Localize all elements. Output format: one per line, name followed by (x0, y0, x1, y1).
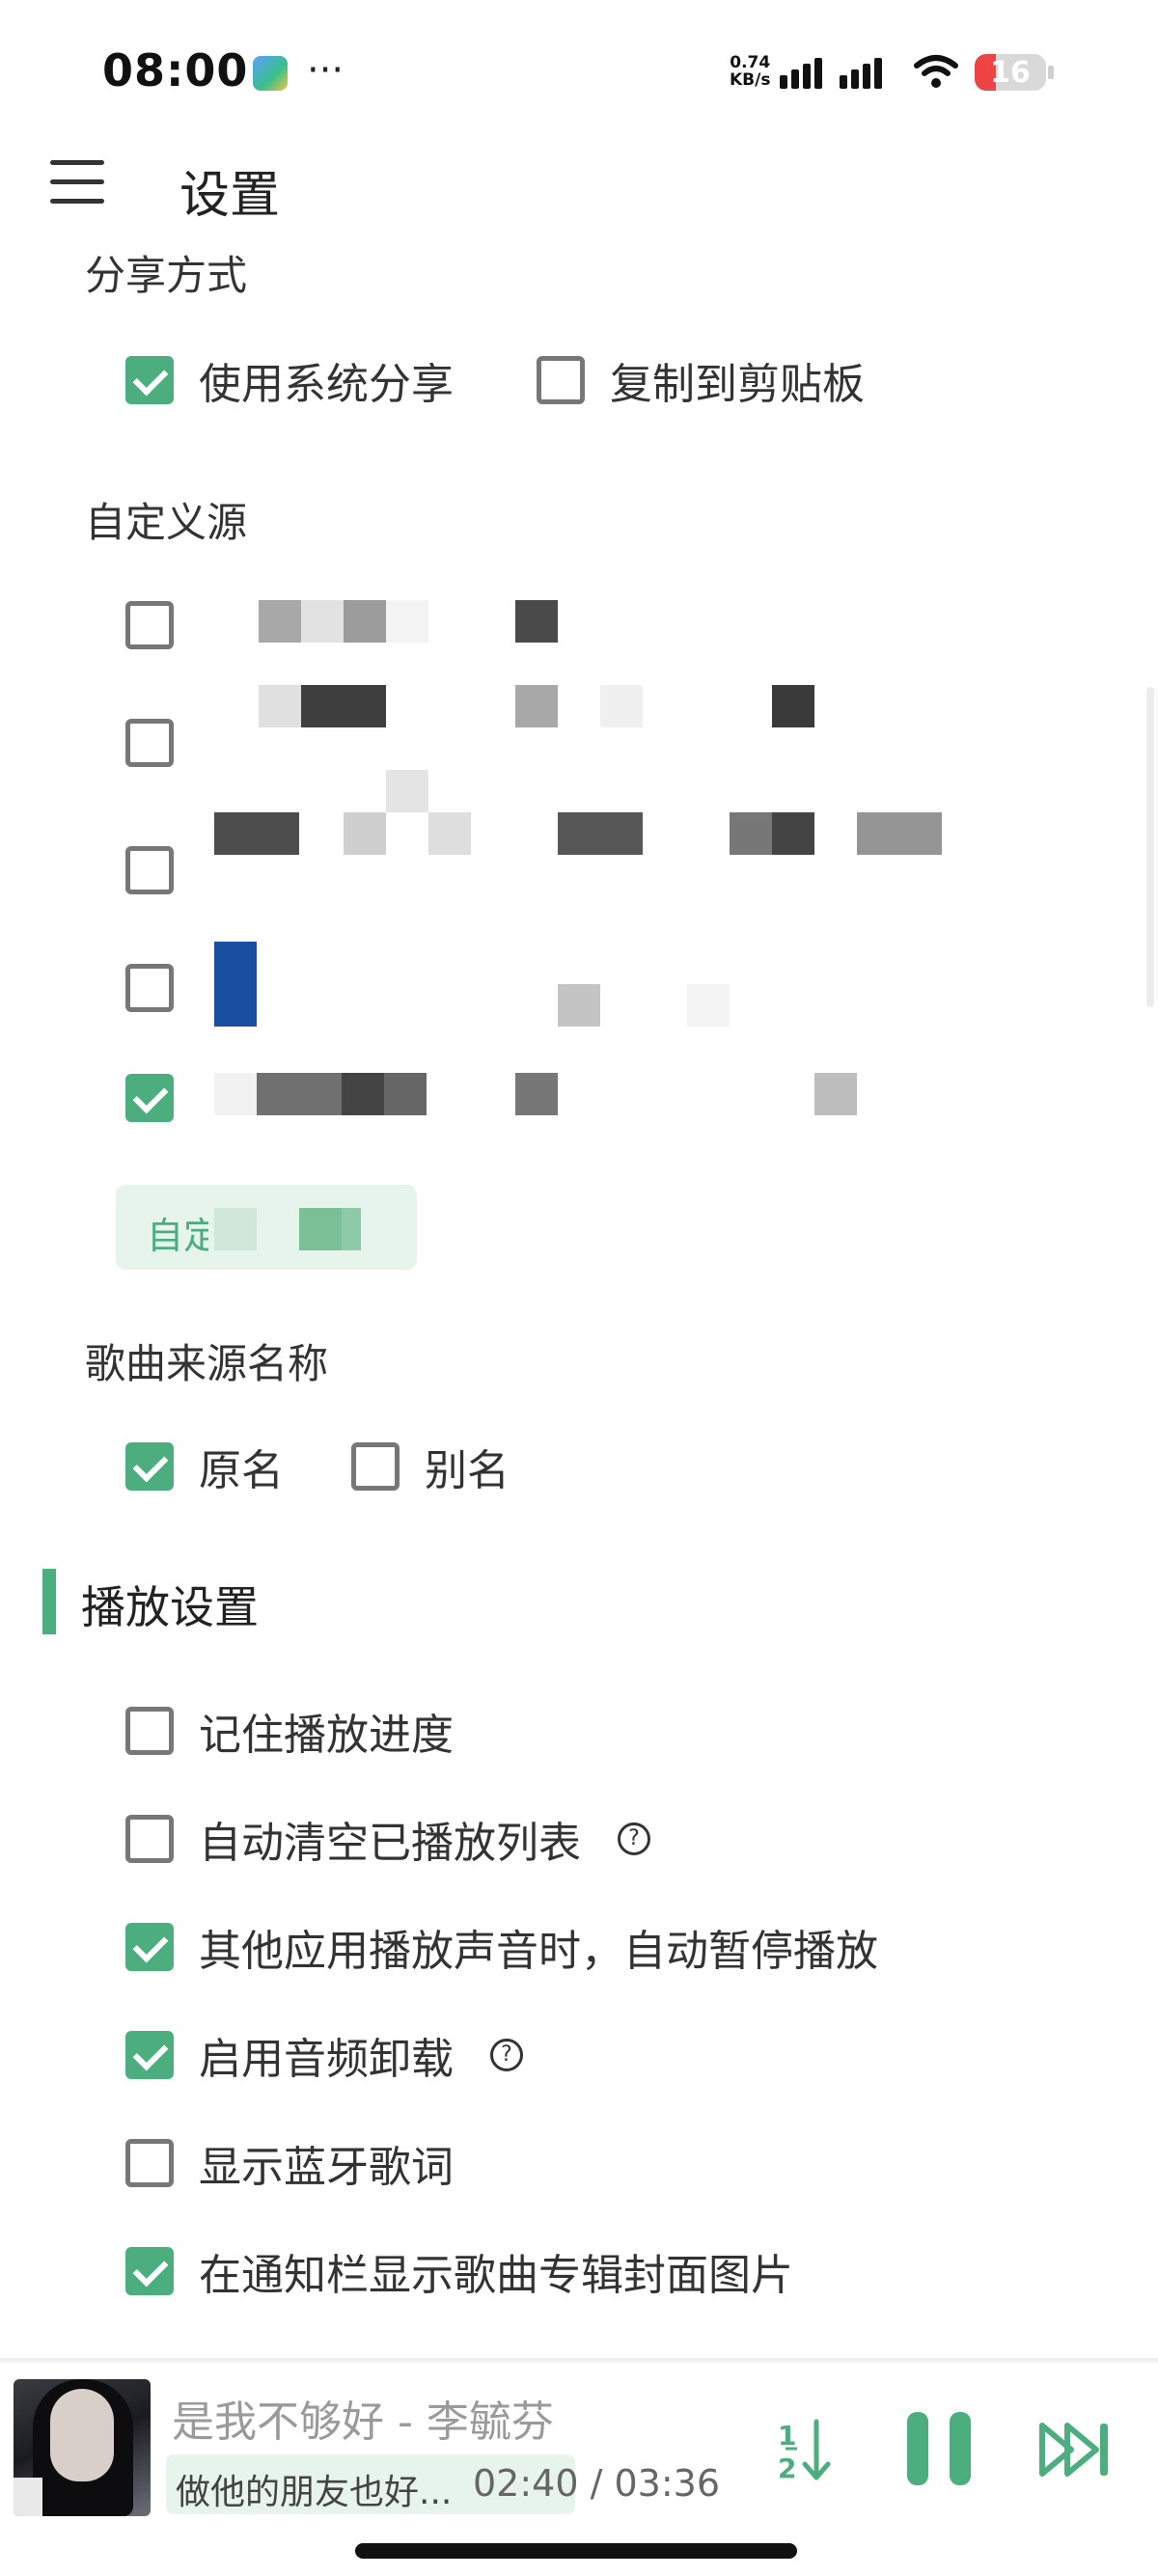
option-audio-offload[interactable]: 启用音频卸载 ? (125, 2026, 523, 2084)
wifi-icon (914, 55, 958, 88)
custom-source-label: 自定义源 (85, 499, 248, 546)
checkbox-checked[interactable] (125, 1442, 174, 1491)
share-option-clipboard[interactable]: 复制到剪贴板 (537, 351, 865, 409)
current-lyric: 做他的朋友也好... (176, 2473, 453, 2512)
option-bluetooth-lyrics[interactable]: 显示蓝牙歌词 (125, 2134, 454, 2192)
network-speed: 0.74 KB/s (730, 53, 771, 90)
checkbox-checked[interactable] (125, 1923, 174, 1971)
playback-settings-heading: 播放设置 (81, 1581, 259, 1633)
battery-icon: 16 (975, 54, 1046, 91)
option-auto-clear-played[interactable]: 自动清空已播放列表 ? (125, 1810, 650, 1868)
pause-icon[interactable] (907, 2412, 973, 2485)
option-remember-progress[interactable]: 记住播放进度 (125, 1702, 454, 1760)
album-cover[interactable] (14, 2379, 151, 2516)
signal-icon (780, 58, 882, 89)
custom-source-item[interactable] (125, 1069, 174, 1127)
play-order-icon[interactable]: 1 2 (776, 2416, 834, 2483)
help-icon[interactable]: ? (490, 2039, 523, 2071)
next-track-icon[interactable] (1038, 2420, 1116, 2480)
custom-source-item[interactable] (125, 596, 174, 654)
hamburger-menu-icon[interactable] (50, 160, 104, 205)
custom-source-item[interactable] (125, 959, 174, 1017)
more-dots-icon: ··· (307, 48, 345, 93)
checkbox-checked[interactable] (125, 356, 174, 404)
help-icon[interactable]: ? (618, 1822, 650, 1855)
checkbox-unchecked[interactable] (537, 356, 585, 404)
page-title: 设置 (179, 167, 281, 225)
svg-text:1: 1 (778, 2420, 796, 2452)
scrollbar[interactable] (1146, 687, 1154, 1007)
checkbox-checked[interactable] (125, 2031, 174, 2079)
option-notification-cover[interactable]: 在通知栏显示歌曲专辑封面图片 (125, 2242, 793, 2300)
battery-cap (1048, 66, 1054, 79)
custom-source-manage-button[interactable]: 自定义源管理 (116, 1185, 417, 1270)
song-source-option-original[interactable]: 原名 (125, 1438, 284, 1495)
song-source-option-alias[interactable]: 别名 (351, 1438, 510, 1495)
checkbox-unchecked[interactable] (125, 601, 174, 649)
checkbox-unchecked[interactable] (125, 1707, 174, 1755)
custom-source-item[interactable] (125, 714, 174, 772)
playback-time: 02:40 / 03:36 (473, 2462, 720, 2505)
checkbox-unchecked[interactable] (125, 846, 174, 894)
song-source-name-label: 歌曲来源名称 (85, 1340, 329, 1387)
checkbox-unchecked[interactable] (125, 1815, 174, 1863)
share-option-system[interactable]: 使用系统分享 (125, 351, 454, 409)
song-title[interactable]: 是我不够好 - 李毓芬 (172, 2387, 554, 2449)
checkbox-unchecked[interactable] (125, 719, 174, 767)
gallery-icon (253, 56, 288, 91)
share-method-label: 分享方式 (85, 252, 248, 299)
checkbox-checked[interactable] (125, 1074, 174, 1122)
option-auto-pause[interactable]: 其他应用播放声音时，自动暂停播放 (125, 1918, 878, 1976)
checkbox-unchecked[interactable] (351, 1442, 400, 1491)
svg-text:2: 2 (778, 2453, 796, 2483)
status-time: 08:00 (102, 44, 249, 96)
status-bar: 08:00 ··· 0.74 KB/s 16 (0, 0, 1158, 145)
checkbox-checked[interactable] (125, 2247, 174, 2295)
home-indicator[interactable] (355, 2543, 797, 2559)
section-accent-bar (42, 1569, 56, 1634)
checkbox-unchecked[interactable] (125, 964, 174, 1012)
checkbox-unchecked[interactable] (125, 2139, 174, 2187)
custom-source-item[interactable] (125, 841, 174, 899)
